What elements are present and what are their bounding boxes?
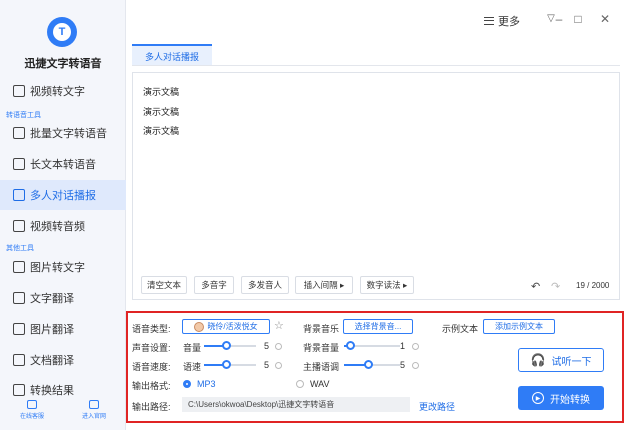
start-convert-button[interactable]: ▶ 开始转换 bbox=[518, 386, 604, 410]
bgm-label: 背景音乐 bbox=[303, 324, 340, 334]
redo-icon[interactable]: ↷ bbox=[551, 280, 560, 293]
headphones-icon: 🎧 bbox=[530, 353, 546, 367]
tab-divider bbox=[132, 65, 620, 66]
people-icon bbox=[13, 189, 25, 201]
preview-button[interactable]: 🎧 试听一下 bbox=[518, 348, 604, 372]
sidebar-item-text-translate[interactable]: 文字翻译 bbox=[0, 283, 126, 313]
minimize-button[interactable]: – bbox=[553, 13, 565, 25]
clear-text-button[interactable]: 清空文本 bbox=[141, 276, 187, 294]
results-icon bbox=[13, 384, 25, 396]
avatar bbox=[194, 321, 205, 332]
voice-type-label: 语音类型: bbox=[132, 324, 171, 334]
bg-volume-value: 1 bbox=[400, 341, 406, 351]
pitch-slider-knob[interactable] bbox=[364, 360, 373, 369]
speed-sub-label: 语速 bbox=[183, 362, 202, 372]
number-reading-button[interactable]: 数字读法 ▸ bbox=[360, 276, 414, 294]
volume-label: 音量 bbox=[183, 343, 202, 353]
image-translate-icon bbox=[13, 323, 25, 335]
multi-speaker-button[interactable]: 多发音人 bbox=[241, 276, 289, 294]
sample-text-label: 示例文本 bbox=[442, 324, 479, 334]
sidebar-item-image-to-text[interactable]: 图片转文字 bbox=[0, 252, 126, 282]
pitch-label: 主播语调 bbox=[303, 362, 340, 372]
insert-pause-button[interactable]: 插入间隔 ▸ bbox=[295, 276, 353, 294]
sidebar-item-video-to-audio[interactable]: 视频转音频 bbox=[0, 211, 126, 241]
tab-dialogue[interactable]: 多人对话播报 bbox=[132, 44, 212, 66]
undo-icon[interactable]: ↶ bbox=[531, 280, 540, 293]
app-logo: T bbox=[47, 17, 77, 47]
output-path-field[interactable]: C:\Users\okwoa\Desktop\迅捷文字转语音 bbox=[182, 397, 410, 412]
logo-t-icon: T bbox=[53, 23, 71, 41]
official-site-button[interactable]: 进入官网 bbox=[74, 400, 114, 420]
volume-slider[interactable] bbox=[204, 341, 256, 351]
sidebar-item-image-translate[interactable]: 图片翻译 bbox=[0, 314, 126, 344]
document-icon bbox=[13, 158, 25, 170]
batch-icon bbox=[13, 127, 25, 139]
add-sample-button[interactable]: 添加示例文本 bbox=[483, 319, 555, 334]
online-service-button[interactable]: 在线客服 bbox=[12, 400, 52, 420]
bg-volume-label: 背景音量 bbox=[303, 343, 340, 353]
speed-label: 语音速度: bbox=[132, 362, 171, 372]
close-button[interactable]: ✕ bbox=[599, 13, 611, 25]
doc-translate-icon bbox=[13, 354, 25, 366]
image-icon bbox=[13, 261, 25, 273]
polyphone-button[interactable]: 多音字 bbox=[194, 276, 234, 294]
volume-value: 5 bbox=[264, 341, 270, 351]
video-icon bbox=[13, 85, 25, 97]
star-icon[interactable]: ☆ bbox=[274, 319, 284, 332]
volume-slider-knob[interactable] bbox=[222, 341, 231, 350]
mp3-radio[interactable] bbox=[183, 380, 191, 388]
sound-settings-label: 声音设置: bbox=[132, 343, 171, 353]
editor-line: 演示文稿 bbox=[143, 107, 180, 117]
sidebar-item-video-to-text[interactable]: 视频转文字 bbox=[0, 76, 126, 106]
bg-volume-slider[interactable] bbox=[344, 341, 400, 351]
format-label: 输出格式: bbox=[132, 381, 171, 391]
change-path-link[interactable]: 更改路径 bbox=[419, 400, 455, 413]
speed-slider[interactable] bbox=[204, 360, 256, 370]
monitor-icon bbox=[89, 400, 99, 409]
sidebar-item-dialogue[interactable]: 多人对话播报 bbox=[0, 180, 126, 210]
menu-icon bbox=[484, 17, 494, 25]
sidebar-item-doc-translate[interactable]: 文档翻译 bbox=[0, 345, 126, 375]
mp3-label: MP3 bbox=[197, 379, 216, 389]
select-bgm-button[interactable]: 选择背景音... bbox=[343, 319, 413, 334]
play-circle-icon: ▶ bbox=[532, 392, 544, 404]
char-counter: 19 / 2000 bbox=[576, 281, 610, 290]
path-label: 输出路径: bbox=[132, 402, 171, 412]
volume-reset-icon[interactable] bbox=[275, 343, 282, 350]
voice-select-button[interactable]: 晓伶/活泼悦女 bbox=[182, 319, 270, 334]
more-menu[interactable]: 更多 bbox=[484, 13, 520, 29]
wav-radio[interactable] bbox=[296, 380, 304, 388]
sidebar: T 迅捷文字转语音 视频转文字 转语音工具 批量文字转语音 长文本转语音 多人对… bbox=[0, 0, 126, 430]
speed-value: 5 bbox=[264, 360, 270, 370]
editor-line: 演示文稿 bbox=[143, 87, 180, 97]
pitch-slider[interactable] bbox=[344, 360, 400, 370]
maximize-button[interactable]: □ bbox=[572, 13, 584, 25]
voice-settings-panel: 语音类型: 晓伶/活泼悦女 ☆ 背景音乐 选择背景音... 示例文本 添加示例文… bbox=[126, 311, 624, 423]
sidebar-item-batch-tts[interactable]: 批量文字转语音 bbox=[0, 118, 126, 148]
speed-slider-knob[interactable] bbox=[222, 360, 231, 369]
service-icon bbox=[27, 400, 37, 409]
bg-volume-reset-icon[interactable] bbox=[412, 343, 419, 350]
bg-volume-slider-knob[interactable] bbox=[346, 341, 355, 350]
translate-icon bbox=[13, 292, 25, 304]
wav-label: WAV bbox=[310, 379, 330, 389]
app-title: 迅捷文字转语音 bbox=[24, 58, 102, 70]
speed-reset-icon[interactable] bbox=[275, 362, 282, 369]
pitch-value: 5 bbox=[400, 360, 406, 370]
sidebar-item-long-text[interactable]: 长文本转语音 bbox=[0, 149, 126, 179]
pitch-reset-icon[interactable] bbox=[412, 362, 419, 369]
text-editor[interactable]: 演示文稿 演示文稿 演示文稿 清空文本 多音字 多发音人 插入间隔 ▸ 数字读法… bbox=[132, 72, 620, 300]
editor-line: 演示文稿 bbox=[143, 126, 180, 136]
audio-icon bbox=[13, 220, 25, 232]
